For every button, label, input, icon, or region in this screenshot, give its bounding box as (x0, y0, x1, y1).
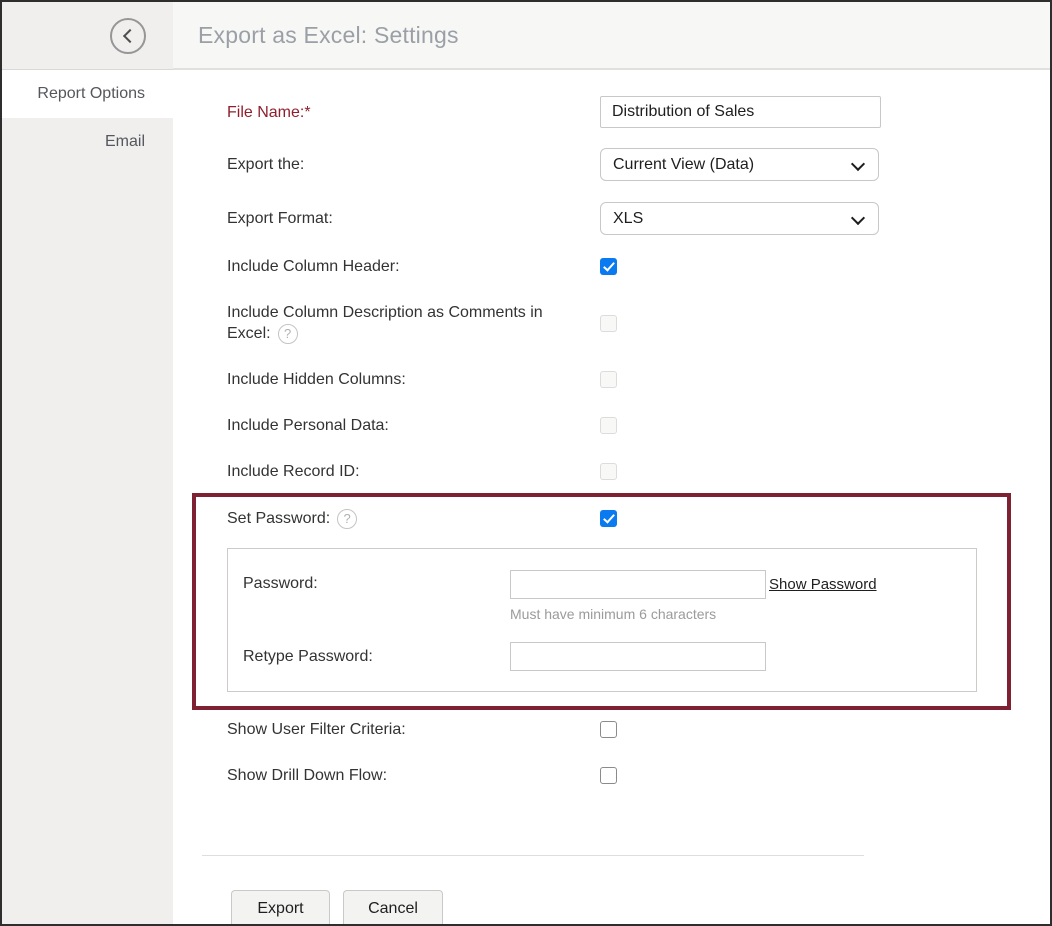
file-name-input[interactable] (600, 96, 881, 128)
retype-password-label: Retype Password: (243, 648, 510, 666)
include-hidden-columns-row: Include Hidden Columns: (227, 369, 1050, 390)
export-button[interactable]: Export (231, 890, 330, 926)
include-column-description-label: Include Column Description as Comments i… (227, 302, 600, 344)
set-password-checkbox[interactable] (600, 510, 617, 527)
main-panel: Export as Excel: Settings File Name:* Ex… (173, 2, 1050, 924)
sidebar-header (2, 2, 173, 70)
password-hint: Must have minimum 6 characters (510, 606, 877, 622)
set-password-label: Set Password:? (227, 508, 600, 529)
retype-password-row: Retype Password: (243, 642, 962, 671)
set-password-highlight-box: Set Password:? Password: Show Password M… (192, 493, 1011, 710)
footer-divider (202, 855, 864, 856)
sidebar-item-label: Report Options (37, 85, 145, 103)
password-panel: Password: Show Password Must have minimu… (227, 548, 977, 692)
dialog-header: Export as Excel: Settings (173, 2, 1050, 70)
include-personal-data-label: Include Personal Data: (227, 415, 600, 436)
file-name-label: File Name:* (227, 102, 600, 123)
show-password-link[interactable]: Show Password (769, 576, 877, 593)
cancel-button[interactable]: Cancel (343, 890, 443, 926)
settings-form: File Name:* Export the: Current View (Da… (173, 70, 1050, 926)
show-user-filter-row: Show User Filter Criteria: (227, 719, 1050, 740)
include-personal-data-checkbox[interactable] (600, 417, 617, 434)
export-format-value: XLS (613, 210, 643, 228)
password-field-group: Show Password Must have minimum 6 charac… (510, 570, 877, 622)
show-drill-down-label: Show Drill Down Flow: (227, 765, 600, 786)
set-password-row: Set Password:? (227, 508, 1007, 529)
export-format-row: Export Format: XLS (227, 202, 1050, 235)
include-personal-data-row: Include Personal Data: (227, 415, 1050, 436)
help-icon[interactable]: ? (337, 509, 357, 529)
include-hidden-columns-checkbox[interactable] (600, 371, 617, 388)
sidebar: Report Options Email (2, 2, 173, 924)
show-user-filter-checkbox[interactable] (600, 721, 617, 738)
sidebar-item-email[interactable]: Email (2, 118, 173, 166)
sidebar-item-label: Email (105, 133, 145, 151)
password-input[interactable] (510, 570, 766, 599)
show-user-filter-label: Show User Filter Criteria: (227, 719, 600, 740)
show-drill-down-row: Show Drill Down Flow: (227, 765, 1050, 786)
export-the-label: Export the: (227, 154, 600, 175)
export-the-row: Export the: Current View (Data) (227, 148, 1050, 181)
include-column-description-checkbox[interactable] (600, 315, 617, 332)
export-the-select[interactable]: Current View (Data) (600, 148, 879, 181)
export-settings-dialog: Report Options Email Export as Excel: Se… (0, 0, 1052, 926)
help-icon[interactable]: ? (278, 324, 298, 344)
include-column-header-row: Include Column Header: (227, 256, 1050, 277)
page-title: Export as Excel: Settings (198, 22, 459, 49)
retype-password-input[interactable] (510, 642, 766, 671)
include-record-id-label: Include Record ID: (227, 461, 600, 482)
include-column-description-row: Include Column Description as Comments i… (227, 302, 1050, 344)
sidebar-item-report-options[interactable]: Report Options (2, 70, 173, 118)
file-name-row: File Name:* (227, 96, 1050, 128)
include-hidden-columns-label: Include Hidden Columns: (227, 369, 600, 390)
include-record-id-row: Include Record ID: (227, 461, 1050, 482)
password-row: Password: Show Password Must have minimu… (243, 570, 962, 622)
back-icon[interactable] (110, 18, 146, 54)
show-drill-down-checkbox[interactable] (600, 767, 617, 784)
password-label: Password: (243, 575, 510, 593)
export-the-value: Current View (Data) (613, 156, 754, 174)
include-record-id-checkbox[interactable] (600, 463, 617, 480)
export-format-select[interactable]: XLS (600, 202, 879, 235)
export-format-label: Export Format: (227, 208, 600, 229)
include-column-header-label: Include Column Header: (227, 256, 600, 277)
include-column-header-checkbox[interactable] (600, 258, 617, 275)
footer-buttons: Export Cancel (231, 890, 1050, 926)
